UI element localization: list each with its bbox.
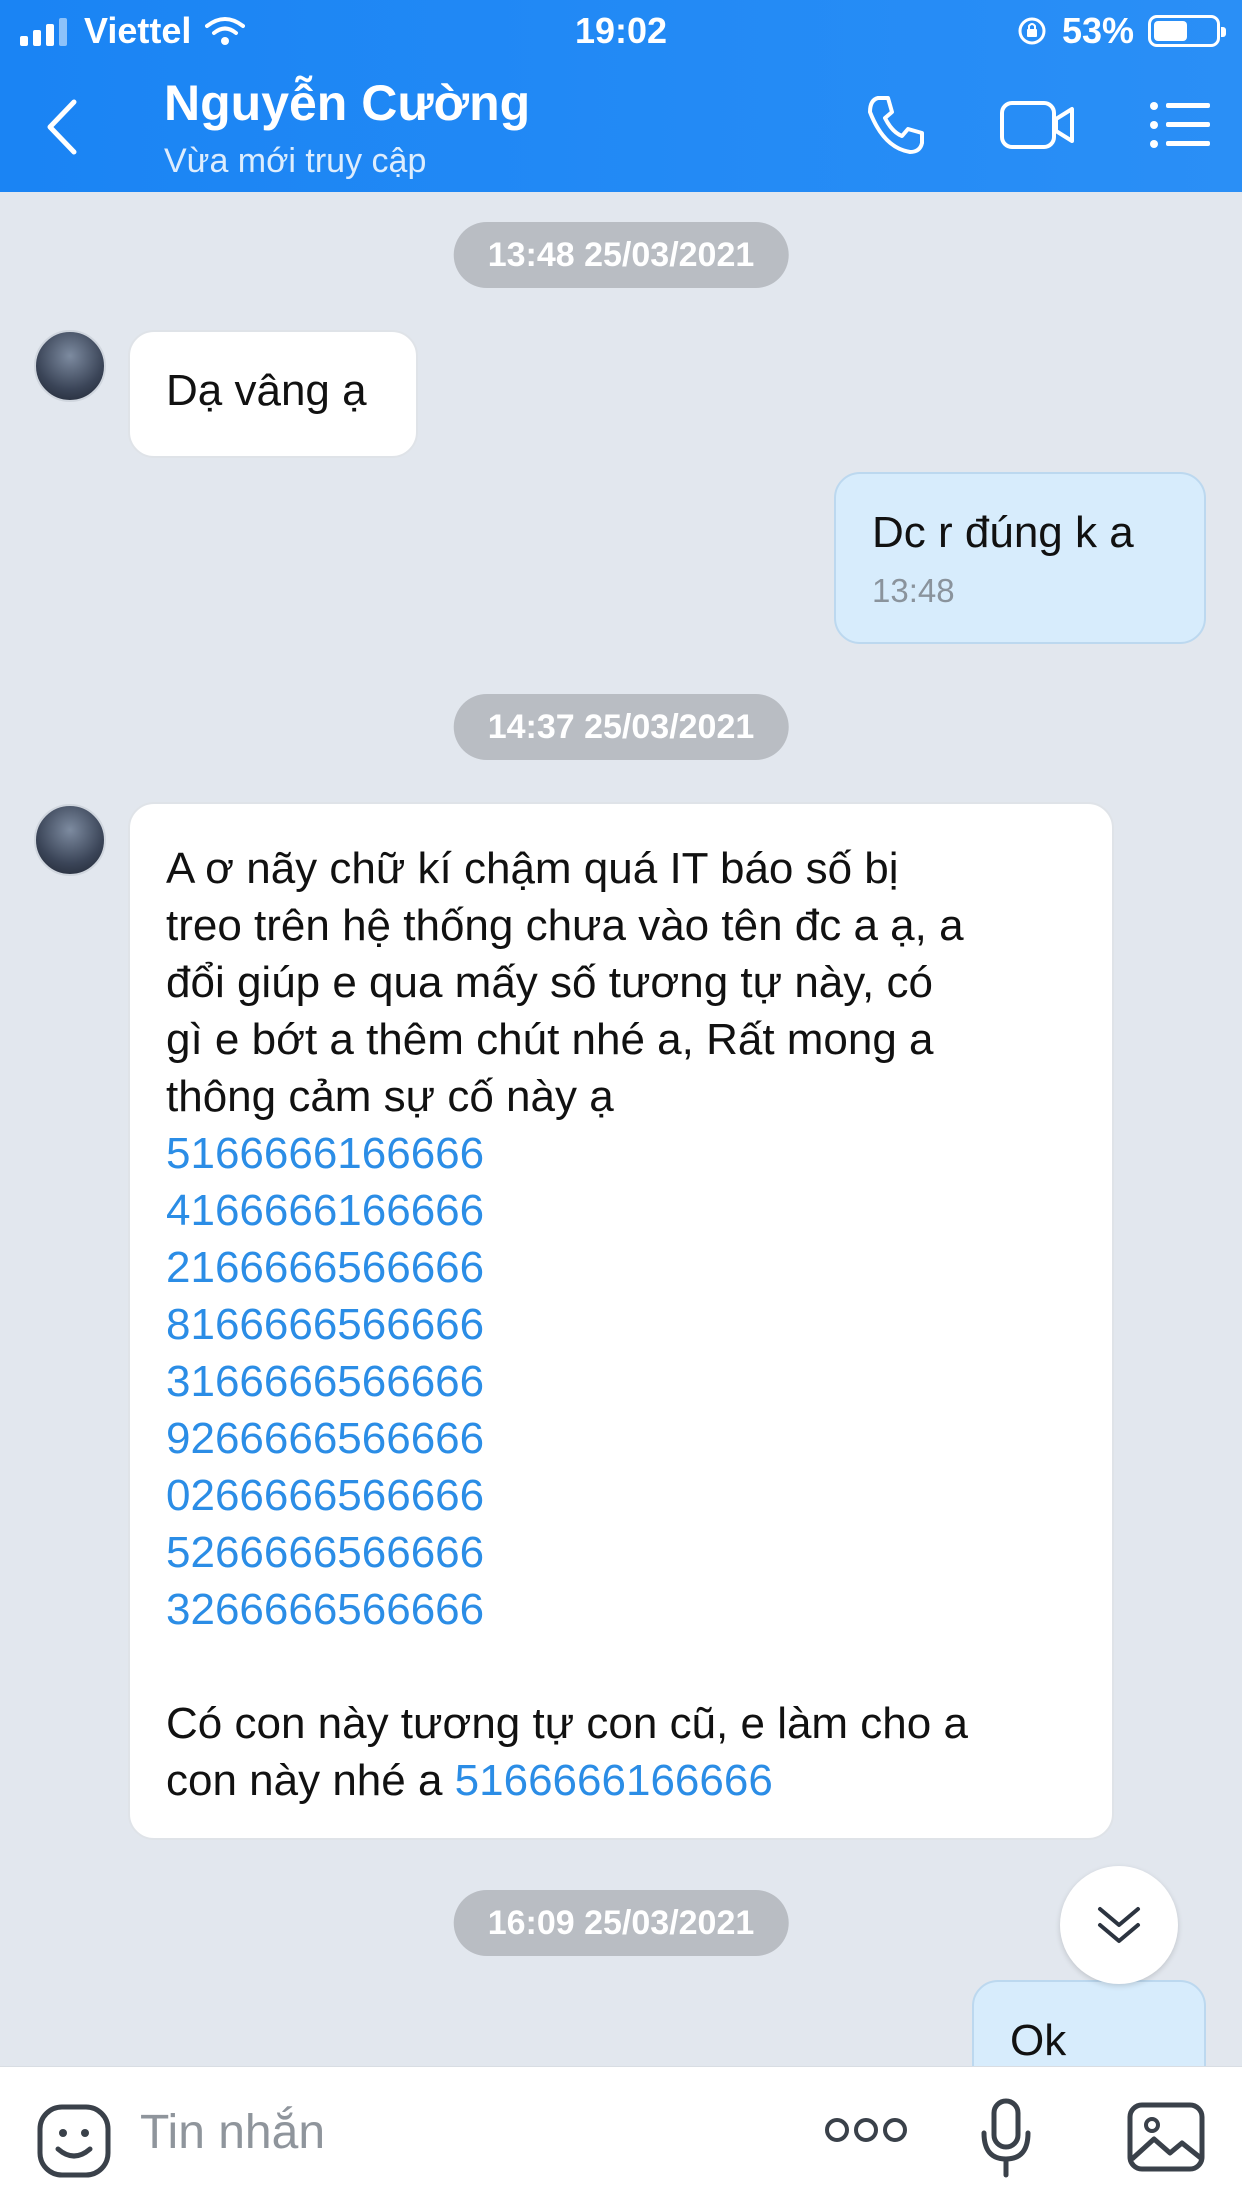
incoming-message[interactable]: Dạ vâng ạ: [128, 330, 418, 458]
phone-number-link[interactable]: 2166666566666: [166, 1239, 1076, 1296]
phone-number-link[interactable]: 4166666166666: [166, 1182, 1076, 1239]
sticker-face-icon[interactable]: [36, 2103, 112, 2179]
header-bar: Viettel 19:02 53% Nguyễn Cường Vừa mới t…: [0, 0, 1242, 192]
chat-screen: Viettel 19:02 53% Nguyễn Cường Vừa mới t…: [0, 0, 1242, 2208]
phone-number-link[interactable]: 8166666566666: [166, 1296, 1076, 1353]
message-time: 13:48: [872, 572, 955, 609]
message-composer: Tin nhắn: [0, 2066, 1242, 2208]
message-text: Dc r đúng k a: [872, 508, 1134, 557]
message-line: Có con này tương tự con cũ, e làm cho a: [166, 1699, 968, 1748]
video-camera-icon[interactable]: [998, 95, 1078, 155]
incoming-message[interactable]: A ơ nãy chữ kí chậm quá IT báo số bị tre…: [128, 802, 1114, 1840]
avatar[interactable]: [34, 330, 106, 402]
phone-icon[interactable]: [862, 92, 928, 158]
phone-number-link[interactable]: 3266666566666: [166, 1581, 1076, 1638]
outgoing-message[interactable]: Dc r đúng k a 13:48: [834, 472, 1206, 644]
message-line: đổi giúp e qua mấy số tương tự này, có: [166, 958, 933, 1007]
message-text: Dạ vâng ạ: [166, 366, 367, 415]
list-menu-icon[interactable]: [1148, 100, 1212, 150]
message-input[interactable]: Tin nhắn: [140, 2105, 325, 2160]
status-right: 53%: [1016, 10, 1226, 52]
message-text: con này nhé a: [166, 1756, 455, 1805]
back-icon[interactable]: [38, 92, 88, 162]
date-stamp: 14:37 25/03/2021: [453, 694, 789, 760]
image-gallery-icon[interactable]: [1126, 2101, 1206, 2173]
more-dots-icon[interactable]: [824, 2115, 908, 2145]
battery-icon: [1148, 15, 1226, 47]
phone-number-link[interactable]: 9266666566666: [166, 1410, 1076, 1467]
phone-number-link[interactable]: 3166666566666: [166, 1353, 1076, 1410]
message-line-with-link: con này nhé a 5166666166666: [166, 1752, 1076, 1809]
contact-status: Vừa mới truy cập: [164, 142, 427, 180]
phone-number-link[interactable]: 5166666166666: [166, 1125, 1076, 1182]
message-line: treo trên hệ thống chưa vào tên đc a ạ, …: [166, 901, 964, 950]
header-actions: [862, 92, 1212, 158]
contact-name[interactable]: Nguyễn Cường: [164, 74, 530, 132]
message-line: A ơ nãy chữ kí chậm quá IT báo số bị: [166, 844, 899, 893]
scroll-to-bottom-button[interactable]: [1060, 1866, 1178, 1984]
message-text: Ok: [1010, 2016, 1067, 2065]
orientation-lock-icon: [1018, 17, 1046, 45]
microphone-icon[interactable]: [976, 2097, 1036, 2181]
phone-number-link[interactable]: 0266666566666: [166, 1467, 1076, 1524]
avatar[interactable]: [34, 804, 106, 876]
date-stamp: 16:09 25/03/2021: [453, 1890, 789, 1956]
message-line: gì e bớt a thêm chút nhé a, Rất mong a: [166, 1015, 934, 1064]
message-line: thông cảm sự cố này ạ: [166, 1072, 614, 1121]
phone-number-link[interactable]: 5266666566666: [166, 1524, 1076, 1581]
date-stamp: 13:48 25/03/2021: [453, 222, 789, 288]
battery-percent: 53%: [1061, 10, 1134, 51]
status-bar: Viettel 19:02 53%: [0, 0, 1242, 62]
double-chevron-down-icon: [1098, 1907, 1140, 1943]
phone-number-link[interactable]: 5166666166666: [455, 1756, 773, 1805]
